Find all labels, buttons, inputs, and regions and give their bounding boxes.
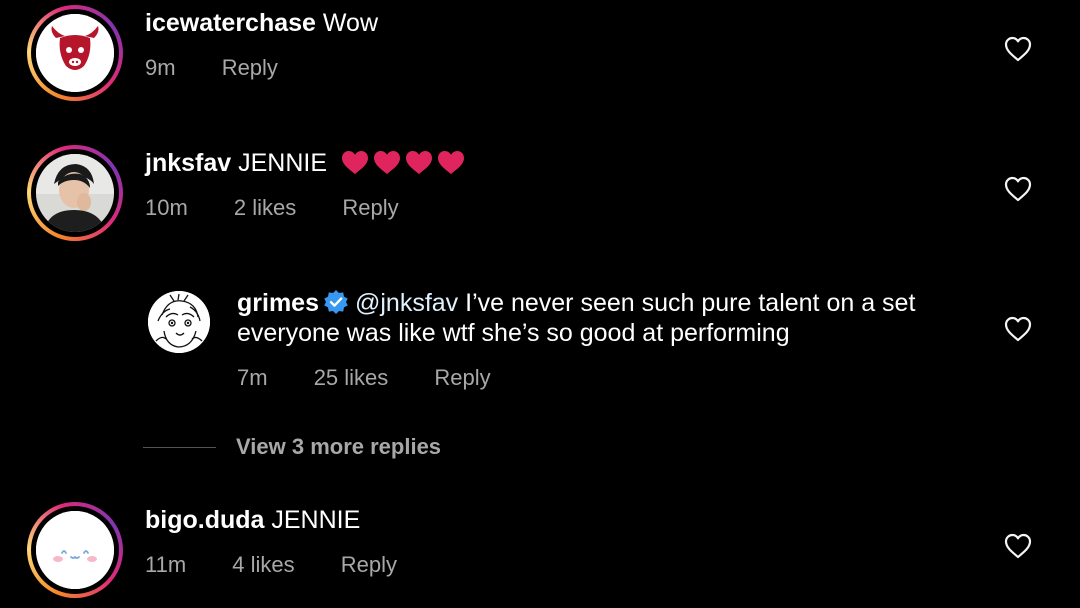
reply-button[interactable]: Reply — [341, 552, 397, 577]
reply-button[interactable]: Reply — [222, 55, 278, 80]
heart-outline-icon[interactable] — [1004, 316, 1032, 342]
heart-outline-icon[interactable] — [1004, 36, 1032, 62]
likes-count[interactable]: 25 likes — [314, 365, 389, 390]
reply-button[interactable]: Reply — [342, 195, 398, 220]
username[interactable]: jnksfav — [145, 149, 231, 177]
view-more-replies-button[interactable]: View 3 more replies — [143, 432, 441, 462]
comment-text: JENNIE — [271, 506, 361, 534]
reply-button[interactable]: Reply — [434, 365, 490, 390]
timestamp: 9m — [145, 55, 176, 80]
anime-sketch-avatar-icon[interactable] — [148, 291, 210, 353]
heart-outline-icon[interactable] — [1004, 176, 1032, 202]
profile-photo-avatar-icon — [36, 154, 114, 232]
comment-text: Wow — [322, 9, 379, 37]
avatar[interactable] — [27, 145, 123, 241]
comment-text: JENNIE — [238, 149, 328, 177]
view-more-replies-label: View 3 more replies — [236, 434, 442, 459]
avatar[interactable] — [27, 5, 123, 101]
timestamp: 7m — [237, 365, 268, 390]
avatar[interactable] — [27, 502, 123, 598]
timestamp: 10m — [145, 195, 188, 220]
verified-badge-icon — [324, 290, 348, 314]
username[interactable]: bigo.duda — [145, 506, 264, 534]
username[interactable]: grimes — [237, 289, 319, 317]
username[interactable]: icewaterchase — [145, 9, 316, 37]
likes-count[interactable]: 4 likes — [232, 552, 294, 577]
divider — [143, 446, 216, 448]
bull-avatar-icon — [36, 14, 114, 92]
mention-link[interactable]: @jnksfav — [355, 289, 458, 317]
likes-count[interactable]: 2 likes — [234, 195, 296, 220]
cinnamoroll-avatar-icon — [36, 511, 114, 589]
heart-outline-icon[interactable] — [1004, 533, 1032, 559]
timestamp: 11m — [145, 552, 187, 577]
red-heart-emojis — [340, 148, 466, 184]
